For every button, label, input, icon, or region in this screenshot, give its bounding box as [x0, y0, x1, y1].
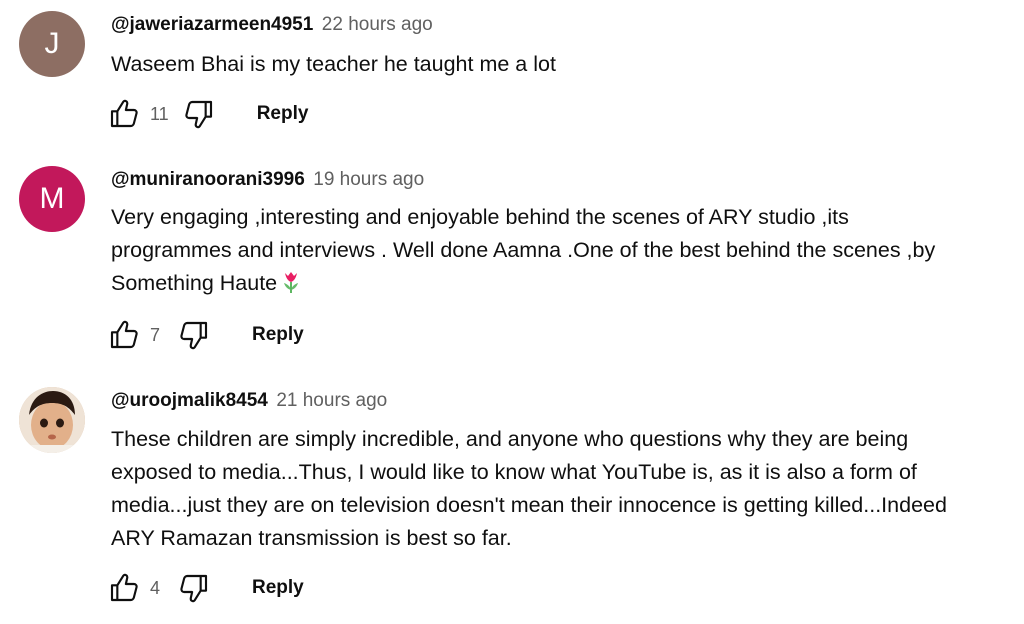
avatar[interactable] [19, 387, 85, 453]
child-photo-avatar-icon [19, 387, 85, 453]
comment-header: @muniranoorani3996 19 hours ago [111, 169, 424, 191]
reply-button[interactable]: Reply [252, 324, 304, 346]
like-icon[interactable] [108, 98, 140, 130]
comment-header: @uroojmalik8454 21 hours ago [111, 390, 387, 412]
author-name[interactable]: @jaweriazarmeen4951 [111, 14, 313, 35]
like-count: 4 [150, 577, 161, 598]
comment-text: Waseem Bhai is my teacher he taught me a… [111, 52, 556, 76]
avatar[interactable]: M [19, 166, 85, 232]
like-icon[interactable] [108, 572, 140, 604]
avatar-letter: M [39, 182, 65, 215]
like-count: 7 [150, 324, 161, 345]
comment-actions: 11 Reply [108, 96, 308, 132]
tulip-emoji-icon [281, 270, 301, 304]
author-name[interactable]: @muniranoorani3996 [111, 169, 305, 190]
like-count: 11 [150, 103, 169, 124]
dislike-icon[interactable] [178, 572, 210, 604]
avatar-letter: J [44, 27, 60, 60]
comment-header: @jaweriazarmeen4951 22 hours ago [111, 14, 433, 36]
author-name[interactable]: @uroojmalik8454 [111, 390, 268, 411]
comment-timestamp[interactable]: 19 hours ago [313, 169, 424, 190]
comment-text-content: Very engaging ,interesting and enjoyable… [111, 205, 936, 295]
comment-actions: 4 Reply [108, 570, 304, 606]
comment-timestamp[interactable]: 22 hours ago [322, 14, 433, 35]
dislike-icon[interactable] [183, 98, 215, 130]
avatar[interactable]: J [19, 11, 85, 77]
dislike-icon[interactable] [178, 319, 210, 351]
comment-text: Very engaging ,interesting and enjoyable… [111, 201, 1016, 304]
comment-timestamp[interactable]: 21 hours ago [276, 390, 387, 411]
comment-text: These children are simply incredible, an… [111, 427, 947, 550]
like-icon[interactable] [108, 319, 140, 351]
reply-button[interactable]: Reply [257, 103, 309, 125]
comment-actions: 7 Reply [108, 317, 304, 353]
reply-button[interactable]: Reply [252, 577, 304, 599]
